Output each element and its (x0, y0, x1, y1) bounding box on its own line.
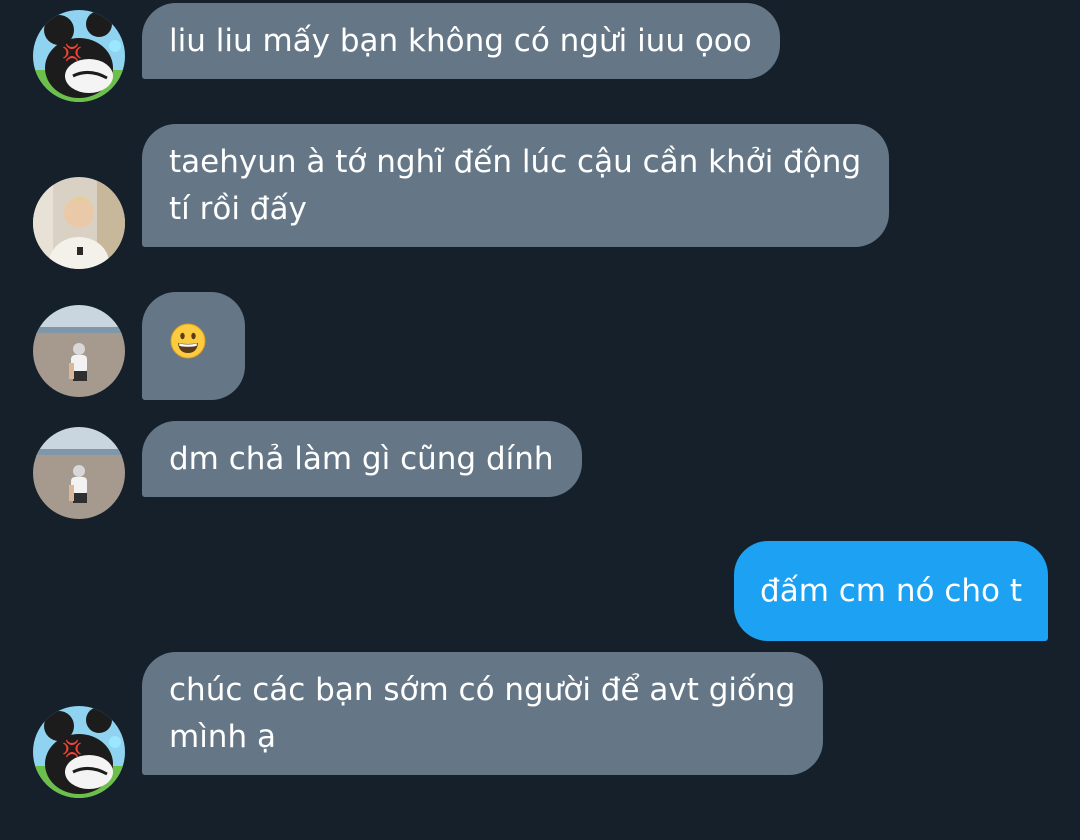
message-bubble[interactable]: chúc các bạn sớm có người để avt giống m… (142, 652, 824, 775)
message-bubble[interactable]: liu liu mấy bạn không có ngừi iuu ọoo (142, 3, 780, 79)
message-bubble[interactable] (142, 292, 245, 400)
message-text-line-1: chúc các bạn sớm có người để avt giống (169, 672, 796, 708)
message-text-line-2: mình ạ (169, 719, 276, 755)
grinning-face-emoji (170, 323, 206, 359)
avatar-image: 💢 (33, 10, 125, 102)
beach-photo-avatar[interactable] (33, 427, 125, 519)
message-text: đấm cm nó cho t (760, 573, 1022, 609)
svg-text:💢: 💢 (62, 43, 82, 62)
message-bubble-outgoing[interactable]: đấm cm nó cho t (734, 541, 1048, 641)
cartoon-mouse-avatar[interactable]: 💢 (33, 706, 125, 798)
message-bubble[interactable]: dm chả làm gì cũng dính (142, 421, 582, 497)
cartoon-mouse-avatar[interactable]: 💢 (33, 10, 125, 102)
message-text-line-2: tí rồi đấy (169, 191, 307, 227)
message-text: liu liu mấy bạn không có ngừi iuu ọoo (169, 23, 752, 59)
message-text: dm chả làm gì cũng dính (169, 441, 554, 477)
beach-photo-avatar[interactable] (33, 305, 125, 397)
svg-text:💢: 💢 (62, 739, 82, 758)
blond-person-avatar[interactable] (33, 177, 125, 269)
avatar-image (33, 177, 125, 269)
avatar-image (33, 305, 125, 397)
message-bubble[interactable]: taehyun à tớ nghĩ đến lúc cậu cần khởi đ… (142, 124, 890, 247)
avatar-image: 💢 (33, 706, 125, 798)
message-text-line-1: taehyun à tớ nghĩ đến lúc cậu cần khởi đ… (169, 144, 862, 180)
avatar-image (33, 427, 125, 519)
